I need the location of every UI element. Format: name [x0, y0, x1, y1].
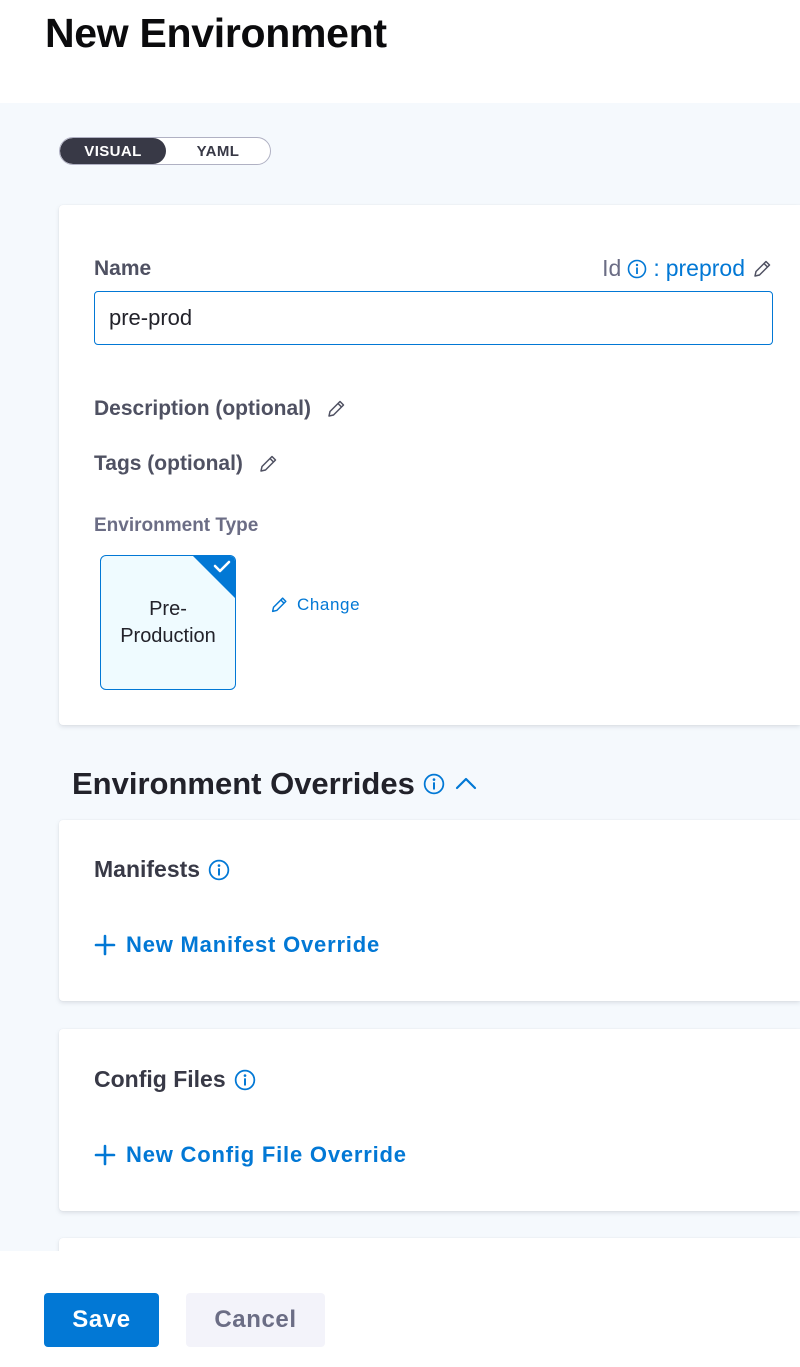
name-label: Name	[94, 257, 152, 280]
form-footer: Save Cancel	[0, 1251, 800, 1367]
environment-overrides-header: Environment Overrides	[72, 766, 479, 802]
manifests-title: Manifests	[94, 856, 201, 882]
plus-icon	[94, 1144, 116, 1166]
new-config-file-override-label: New Config File Override	[126, 1142, 407, 1167]
pencil-icon[interactable]	[257, 453, 279, 475]
config-files-title: Config Files	[94, 1066, 226, 1092]
environment-details-card: Name Id : preprod Description (optional)…	[59, 205, 800, 725]
add-description-row[interactable]: Description (optional)	[94, 397, 347, 421]
change-label: Change	[297, 595, 361, 614]
save-button[interactable]: Save	[44, 1293, 159, 1347]
yaml-toggle-option[interactable]: YAML	[166, 138, 270, 164]
manifests-card: Manifests New Manifest Override	[59, 820, 800, 1001]
info-icon[interactable]	[423, 773, 445, 795]
pencil-icon[interactable]	[751, 258, 773, 280]
environment-overrides-title: Environment Overrides	[72, 766, 415, 801]
id-separator: :	[653, 255, 660, 281]
environment-type-label: Environment Type	[94, 515, 259, 536]
new-config-file-override-button[interactable]: New Config File Override	[94, 1142, 407, 1168]
page-header: New Environment	[0, 0, 800, 103]
name-input[interactable]	[94, 291, 773, 345]
id-label: Id	[602, 255, 622, 281]
manifests-header: Manifests	[94, 856, 230, 883]
page-title: New Environment	[45, 10, 387, 56]
add-tags-row[interactable]: Tags (optional)	[94, 452, 279, 476]
pencil-icon	[269, 595, 289, 615]
checkmark-icon	[193, 556, 235, 598]
change-environment-type-link[interactable]: Change	[269, 595, 360, 615]
environment-type-value-text: Pre- Production	[120, 597, 216, 647]
tags-label: Tags (optional)	[94, 452, 243, 475]
plus-icon	[94, 934, 116, 956]
info-icon[interactable]	[208, 859, 230, 881]
environment-type-tile[interactable]: Pre- Production	[100, 555, 236, 690]
cancel-button[interactable]: Cancel	[186, 1293, 325, 1347]
view-mode-toggle: VISUAL YAML	[59, 137, 271, 165]
info-icon[interactable]	[627, 259, 647, 279]
new-manifest-override-button[interactable]: New Manifest Override	[94, 932, 380, 958]
config-files-card: Config Files New Config File Override	[59, 1029, 800, 1211]
pencil-icon[interactable]	[325, 398, 347, 420]
description-label: Description (optional)	[94, 397, 311, 420]
id-row: Id : preprod	[602, 255, 773, 282]
id-value: preprod	[665, 255, 745, 281]
new-manifest-override-label: New Manifest Override	[126, 932, 380, 957]
chevron-up-icon[interactable]	[453, 773, 479, 795]
environment-type-value: Pre- Production	[113, 596, 223, 650]
config-files-header: Config Files	[94, 1066, 256, 1093]
visual-toggle-option[interactable]: VISUAL	[60, 138, 166, 164]
info-icon[interactable]	[234, 1069, 256, 1091]
